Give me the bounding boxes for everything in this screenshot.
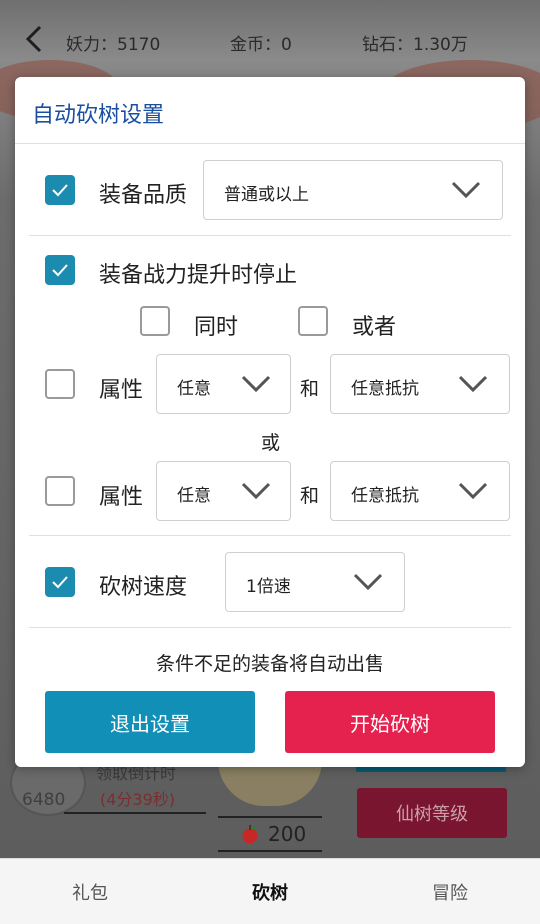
chevron-down-icon	[451, 181, 481, 199]
divider	[29, 627, 511, 628]
attribute-joiner: 和	[300, 378, 320, 400]
tree-level-button[interactable]: 仙树等级	[357, 788, 507, 838]
logic-or-checkbox[interactable]	[298, 306, 328, 336]
top-status-bar: 妖力：5170 金币：0 钻石：1.30万	[0, 0, 540, 80]
divider	[64, 812, 206, 814]
nav-gift[interactable]: 礼包	[0, 859, 180, 924]
nav-chop-tree[interactable]: 砍树	[180, 859, 360, 924]
attribute-first-value: 任意	[177, 379, 211, 399]
stop-on-power-up-checkbox[interactable]	[45, 255, 75, 285]
divider	[218, 816, 322, 818]
dialog-title: 自动砍树设置	[32, 103, 165, 128]
quality-value: 普通或以上	[224, 185, 309, 205]
auto-chop-settings-dialog: 自动砍树设置 装备品质 普通或以上 装备战力提升时停止 同时 或者 属性 任意 …	[15, 77, 525, 767]
attribute-first-value: 任意	[177, 486, 211, 506]
attribute-joiner: 和	[300, 485, 320, 507]
divider	[15, 143, 525, 144]
badge-value: 6480	[22, 790, 66, 810]
chevron-down-icon	[241, 482, 271, 500]
attribute-second-value: 任意抵抗	[351, 486, 419, 506]
speed-value: 1倍速	[246, 577, 291, 597]
power-stat: 妖力：5170	[66, 35, 161, 55]
chevron-down-icon	[458, 482, 488, 500]
bottom-nav: 礼包 砍树 冒险	[0, 858, 540, 924]
gold-stat: 金币：0	[230, 35, 292, 55]
attribute-second-value: 任意抵抗	[351, 379, 419, 399]
start-chopping-button[interactable]: 开始砍树	[285, 691, 495, 753]
attribute-label: 属性	[99, 378, 144, 403]
apple-icon	[242, 825, 258, 844]
logic-and-label: 同时	[194, 315, 239, 340]
nav-adventure[interactable]: 冒险	[360, 859, 540, 924]
attribute-row-checkbox[interactable]	[45, 369, 75, 399]
divider	[218, 850, 322, 852]
auto-sell-hint: 条件不足的装备将自动出售	[155, 653, 384, 675]
check-icon	[52, 184, 68, 197]
back-arrow-icon[interactable]	[22, 24, 48, 54]
speed-checkbox[interactable]	[45, 567, 75, 597]
quality-checkbox[interactable]	[45, 175, 75, 205]
check-icon	[52, 264, 68, 277]
countdown-time: (4分39秒)	[100, 790, 176, 809]
quality-dropdown[interactable]: 普通或以上	[203, 160, 503, 220]
chevron-down-icon	[241, 375, 271, 393]
logic-or-label: 或者	[352, 315, 397, 340]
attribute-label: 属性	[99, 485, 144, 510]
chevron-down-icon	[458, 375, 488, 393]
attribute-first-dropdown[interactable]: 任意	[156, 461, 291, 521]
check-icon	[52, 576, 68, 589]
quality-label: 装备品质	[99, 183, 188, 208]
attribute-first-dropdown[interactable]: 任意	[156, 354, 291, 414]
chevron-down-icon	[353, 573, 383, 591]
divider	[29, 235, 511, 236]
speed-dropdown[interactable]: 1倍速	[225, 552, 405, 612]
or-separator: 或	[261, 432, 281, 454]
speed-label: 砍树速度	[99, 575, 188, 600]
attribute-second-dropdown[interactable]: 任意抵抗	[330, 461, 510, 521]
logic-and-checkbox[interactable]	[140, 306, 170, 336]
attribute-row-checkbox[interactable]	[45, 476, 75, 506]
divider	[29, 535, 511, 536]
stop-on-power-up-label: 装备战力提升时停止	[99, 263, 298, 288]
exit-settings-button[interactable]: 退出设置	[45, 691, 255, 753]
diamond-stat: 钻石：1.30万	[362, 35, 468, 55]
apple-count: 200	[268, 822, 307, 846]
attribute-second-dropdown[interactable]: 任意抵抗	[330, 354, 510, 414]
